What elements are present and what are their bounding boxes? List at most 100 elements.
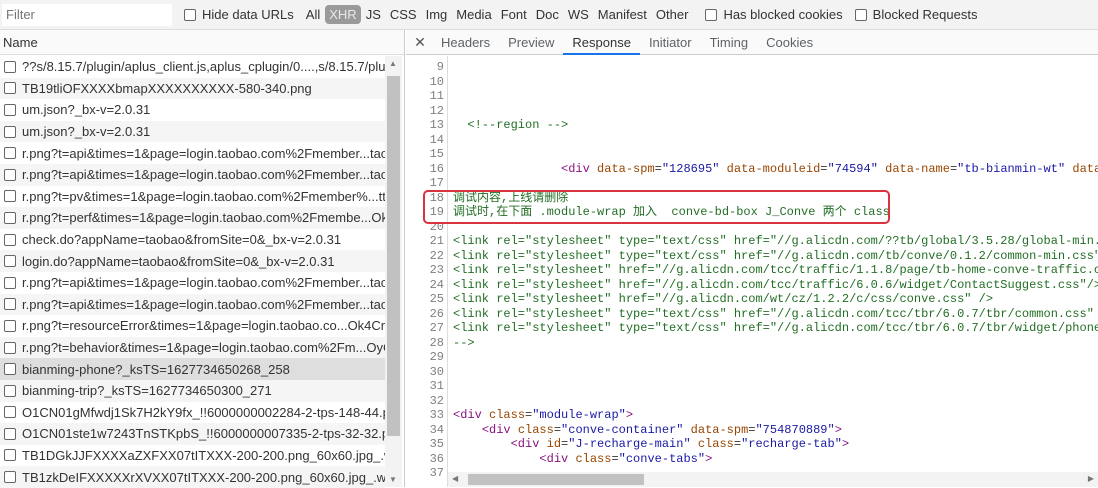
code-token: = [654,161,662,176]
line-content: <link rel="stylesheet" type="text/css" h… [453,234,1098,249]
line-number: 24 [429,277,444,292]
checkbox-icon [4,319,16,332]
request-row[interactable]: ??s/8.15.7/plugin/aplus_client.js,aplus_… [0,56,385,78]
scroll-left-arrow-icon[interactable]: ◀ [452,474,458,484]
request-row[interactable]: r.png?t=resourceError&times=1&page=login… [0,315,385,337]
type-filter-other[interactable]: Other [652,5,693,24]
tab-preview[interactable]: Preview [499,30,563,55]
tab-initiator[interactable]: Initiator [640,30,701,55]
request-row[interactable]: TB19tliOFXXXXbmapXXXXXXXXXX-580-340.png [0,77,385,100]
code-token: <link rel="stylesheet" href="//g.alicdn.… [453,263,1098,277]
checkbox-icon [705,8,718,21]
scroll-down-arrow-icon[interactable]: ▼ [389,475,397,484]
type-filter-all[interactable]: All [302,5,324,24]
close-icon[interactable]: ✕ [408,34,432,51]
line-number: 33 [429,408,444,422]
tab-timing[interactable]: Timing [701,30,758,55]
line-number: 26 [429,306,444,321]
checkbox-icon [854,8,867,21]
line-number: 14 [429,132,444,147]
request-row[interactable]: bianming-phone?_ksTS=1627734650268_258 [0,358,385,380]
line-content: <div class="module-wrap"> [453,408,633,423]
request-detail-panel: ✕ Headers Preview Response Initiator Timing C… [406,30,1098,487]
code-token: <link rel="stylesheet" type="text/css" h… [453,248,1098,263]
code-line: 17 [406,176,1098,191]
type-filter-js[interactable]: JS [362,5,385,24]
code-line: 26 <link rel="stylesheet" type="text/css"… [406,307,1098,322]
horizontal-scrollbar[interactable]: ◀ ▶ [448,472,1098,487]
scrollbar-thumb[interactable] [468,474,644,485]
hide-data-urls-checkbox[interactable]: Hide data URLs [184,7,294,22]
request-row[interactable]: um.json?_bx-v=2.0.31 [0,99,385,121]
has-blocked-cookies-checkbox[interactable]: Has blocked cookies [705,7,843,22]
line-number: 10 [429,74,444,89]
type-filter-img[interactable]: Img [422,5,452,24]
request-row[interactable]: um.json?_bx-v=2.0.31 [0,120,385,143]
code-line: 35 <div id="J-recharge-main" class="rech… [406,437,1098,452]
line-content: <!--region --> [453,118,568,133]
line-number: 34 [429,422,444,437]
type-filter-doc[interactable]: Doc [532,5,563,24]
line-number: 30 [429,364,444,379]
code-line: 30 [406,365,1098,380]
request-name: r.png?t=api&times=1&page=login.taobao.co… [22,275,385,291]
request-row[interactable]: TB1DGkJJFXXXXaZXFXX07tITXXX-200-200.png_… [0,445,385,467]
code-token: --> [453,335,475,350]
line-content: <link rel="stylesheet" href="//g.alicdn.… [453,292,993,307]
checkbox-icon [4,125,16,138]
code-token: > [625,408,634,422]
request-row[interactable]: bianming-trip?_ksTS=1627734650300_271 [0,379,385,402]
request-row[interactable]: O1CN01ste1w7243TnSTKpbS_!!6000000007335-… [0,423,385,445]
request-row[interactable]: r.png?t=api&times=1&page=login.taobao.co… [0,272,385,294]
code-token: data-spm [683,422,749,437]
code-token: <div [510,437,547,451]
filter-input[interactable] [2,3,172,26]
request-row[interactable]: r.png?t=api&times=1&page=login.taobao.co… [0,142,385,164]
request-row[interactable]: r.png?t=perf&times=1&page=login.taobao.c… [0,207,385,229]
request-name: r.png?t=api&times=1&page=login.taobao.co… [22,145,385,161]
request-row[interactable]: O1CN01gMfwdj1Sk7H2kY9fx_!!6000000002284-… [0,402,385,424]
line-number: 16 [429,161,444,176]
request-name: r.png?t=perf&times=1&page=login.taobao.c… [22,210,385,226]
scrollbar-thumb[interactable] [387,76,400,436]
request-name: O1CN01ste1w7243TnSTKpbS_!!6000000007335-… [22,426,385,442]
request-name: r.png?t=pv&times=1&page=login.taobao.com… [22,188,385,204]
request-list-scrollbar[interactable]: ▲ ▼ [385,56,402,487]
type-filter-ws[interactable]: WS [564,5,593,24]
code-line: 12 [406,104,1098,119]
type-filter-xhr[interactable]: XHR [325,5,361,24]
tab-headers[interactable]: Headers [432,30,499,55]
tab-cookies[interactable]: Cookies [757,30,822,55]
code-line: 11 [406,89,1098,104]
type-filter-css[interactable]: CSS [386,5,421,24]
request-row[interactable]: r.png?t=behavior&times=1&page=login.taob… [0,336,385,359]
request-row[interactable]: r.png?t=api&times=1&page=login.taobao.co… [0,163,385,186]
checkbox-icon [4,341,16,354]
blocked-requests-checkbox[interactable]: Blocked Requests [854,7,977,22]
code-token: class [690,437,734,451]
scroll-right-arrow-icon[interactable]: ▶ [1088,474,1094,484]
request-row[interactable]: r.png?t=pv&times=1&page=login.taobao.com… [0,186,385,208]
tab-response[interactable]: Response [563,30,640,55]
request-row[interactable]: check.do?appName=taobao&fromSite=0&_bx-v… [0,229,385,251]
scroll-up-arrow-icon[interactable]: ▲ [389,59,397,68]
checkbox-icon [4,276,16,289]
type-filter-font[interactable]: Font [497,5,531,24]
line-content: <div id="J-recharge-main" class="recharg… [453,437,850,452]
has-blocked-cookies-label: Has blocked cookies [723,7,843,22]
type-filter-manifest[interactable]: Manifest [594,5,651,24]
request-row[interactable]: r.png?t=api&times=1&page=login.taobao.co… [0,293,385,316]
code-line: 24 <link rel="stylesheet" href="//g.alicd… [406,278,1098,293]
request-name: bianming-trip?_ksTS=1627734650300_271 [22,383,272,399]
checkbox-icon [4,103,16,116]
checkbox-icon [4,168,16,181]
request-row[interactable]: login.do?appName=taobao&fromSite=0&_bx-v… [0,250,385,272]
code-token: > [705,451,713,466]
request-row[interactable]: TB1zkDeIFXXXXXrXVXX07tITXXX-200-200.png_… [0,466,385,488]
request-name: r.png?t=resourceError&times=1&page=login… [22,318,385,334]
name-column-header[interactable]: Name [0,30,404,55]
request-name: ??s/8.15.7/plugin/aplus_client.js,aplus_… [22,59,385,75]
checkbox-icon [4,363,16,376]
type-filter-media[interactable]: Media [452,5,495,24]
